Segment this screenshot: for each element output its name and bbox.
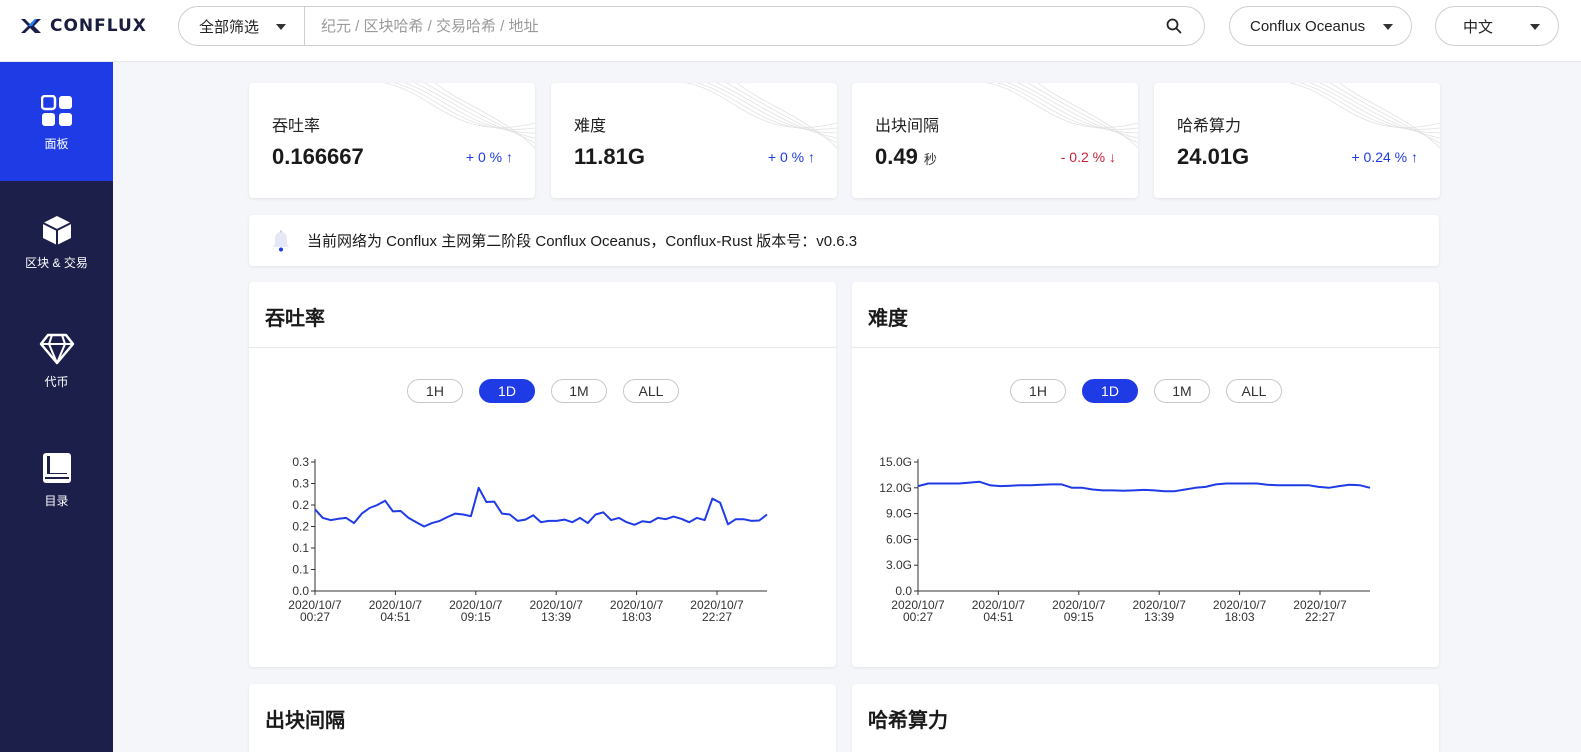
series-line [314, 486, 768, 528]
stat-label: 哈希算力 [1177, 118, 1242, 135]
sidebar-item-directory[interactable]: 目录 [0, 419, 113, 538]
x-tick-label: 00:27 [300, 610, 330, 624]
stat-card-block-time: 出块间隔 0.49 秒 - 0.2 % ↓ [852, 83, 1138, 198]
x-tick-label: 09:15 [461, 610, 491, 624]
y-tick-label: 0.2 [292, 498, 309, 512]
network-select[interactable]: Conflux Oceanus [1229, 6, 1412, 46]
y-tick-label: 0.1 [292, 541, 309, 555]
y-tick-label: 0.0 [292, 584, 309, 598]
language-select[interactable]: 中文 [1435, 6, 1559, 46]
cube-icon [42, 216, 71, 245]
stat-change: + 0 % ↑ [465, 149, 513, 165]
x-tick-label: 09:15 [1064, 610, 1094, 624]
sidebar-item-label: 目录 [44, 494, 69, 508]
sidebar-item-blocks-transactions[interactable]: 区块 & 交易 [0, 181, 113, 300]
x-tick-label: 13:39 [1144, 610, 1174, 624]
tps-chart-panel: 吞吐率 1H 1D 1M ALL 0.0 0.1 0.1 0.2 0.2 0.3 0.3 20… [249, 282, 836, 667]
chevron-down-icon [276, 24, 286, 30]
stat-change: + 0.24 % ↑ [1351, 149, 1418, 165]
x-tick-label: 18:03 [622, 610, 652, 624]
sidebar-item-tokens[interactable]: 代币 [0, 300, 113, 419]
y-tick-label: 0.3 [292, 477, 309, 491]
diamond-icon [39, 333, 74, 365]
dashboard-icon [40, 95, 72, 126]
sidebar-item-label: 面板 [44, 137, 69, 151]
y-tick-label: 15.0G [879, 455, 912, 469]
book-icon [42, 453, 71, 483]
stat-card-tps: 吞吐率 0.166667 + 0 % ↑ [249, 83, 535, 198]
y-tick-label: 3.0G [886, 558, 912, 572]
stat-label: 吞吐率 [272, 118, 321, 135]
search-filter-dropdown[interactable]: 全部筛选 [179, 7, 305, 45]
x-tick-label: 04:51 [380, 610, 410, 624]
panel-title: 哈希算力 [868, 710, 948, 732]
stat-label: 出块间隔 [875, 118, 940, 135]
stat-value: 24.01G [1177, 144, 1250, 169]
chevron-down-icon [1383, 24, 1393, 30]
x-tick-label: 00:27 [903, 610, 933, 624]
logo-text: CONFLUX [50, 16, 147, 36]
series-line [917, 480, 1371, 493]
bell-icon [273, 229, 289, 251]
x-tick-label: 22:27 [702, 610, 732, 624]
notice-text: 当前网络为 Conflux 主网第二阶段 Conflux Oceanus，Con… [307, 233, 858, 250]
search-bar: 全部筛选 [178, 6, 1205, 46]
y-tick-label: 0.3 [292, 455, 309, 469]
sidebar-item-dashboard[interactable]: 面板 [0, 62, 113, 181]
hashrate-chart-panel: 哈希算力 [852, 684, 1439, 752]
y-tick-label: 0.2 [292, 520, 309, 534]
difficulty-chart-panel: 难度 1H 1D 1M ALL 0.0 3.0G 6.0G 9.0G 12.0G 15.0… [852, 282, 1439, 667]
stat-value: 11.81G [574, 144, 645, 169]
stat-change: - 0.2 % ↓ [1060, 149, 1116, 165]
y-tick-label: 0.1 [292, 563, 309, 577]
stat-unit: 秒 [923, 152, 937, 167]
y-tick-label: 9.0G [886, 507, 912, 521]
stat-value: 0.49 秒 [875, 144, 937, 169]
sidebar-item-label: 区块 & 交易 [25, 256, 88, 270]
x-tick-label: 04:51 [983, 610, 1013, 624]
block-time-chart-panel: 出块间隔 [249, 684, 836, 752]
x-tick-label: 22:27 [1305, 610, 1335, 624]
language-label: 中文 [1463, 18, 1494, 36]
stat-label: 难度 [574, 118, 607, 135]
sidebar: 面板 区块 & 交易 代币 目录 [0, 62, 113, 752]
sidebar-item-label: 代币 [44, 375, 69, 389]
y-tick-label: 6.0G [886, 532, 912, 546]
stat-card-difficulty: 难度 11.81G + 0 % ↑ [551, 83, 837, 198]
x-tick-label: 13:39 [541, 610, 571, 624]
conflux-logo[interactable]: CONFLUX [20, 14, 147, 38]
search-filter-label: 全部筛选 [199, 18, 260, 36]
x-tick-label: 18:03 [1225, 610, 1255, 624]
search-input[interactable] [305, 7, 1154, 45]
conflux-logo-icon [21, 19, 41, 33]
top-bar: CONFLUX 全部筛选 Conflux Oceanus 中文 [0, 0, 1581, 62]
stat-card-hashrate: 哈希算力 24.01G + 0.24 % ↑ [1154, 83, 1440, 198]
y-tick-label: 12.0G [879, 481, 912, 495]
network-notice: 当前网络为 Conflux 主网第二阶段 Conflux Oceanus，Con… [249, 215, 1439, 266]
chevron-down-icon [1530, 24, 1540, 30]
stat-value: 0.166667 [272, 144, 364, 169]
panel-title: 出块间隔 [265, 710, 345, 732]
difficulty-line-chart: 0.03.0G6.0G9.0G12.0G15.0G2020/10/700:272… [879, 455, 1371, 624]
stat-change: + 0 % ↑ [767, 149, 815, 165]
y-tick-label: 0.0 [895, 584, 912, 598]
tps-line-chart: 0.00.10.10.20.20.30.32020/10/700:272020/… [288, 455, 768, 624]
search-icon[interactable] [1154, 6, 1194, 46]
network-label: Conflux Oceanus [1250, 17, 1366, 35]
